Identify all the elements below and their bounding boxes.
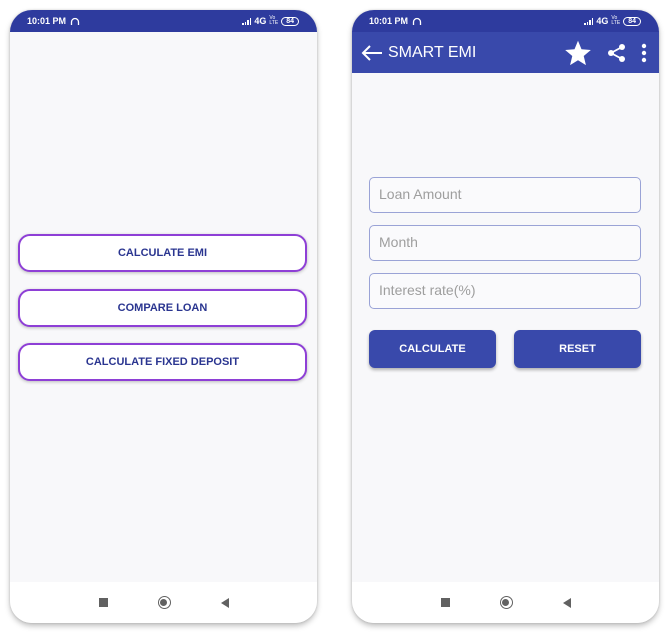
headset-icon	[70, 17, 80, 25]
home-content: CALCULATE EMI COMPARE LOAN CALCULATE FIX…	[10, 32, 317, 582]
more-vert-icon[interactable]	[641, 43, 647, 63]
network-type: 4G	[596, 16, 609, 26]
back-triangle-icon[interactable]	[562, 597, 571, 608]
phone-home-screen: 10:01 PM 4G Vo LTE 84 CALCULATE EMI COMPA…	[10, 10, 317, 623]
status-time: 10:01 PM	[369, 16, 409, 26]
status-bar: 10:01 PM 4G Vo LTE 84	[352, 10, 659, 32]
loan-amount-input[interactable]: Loan Amount	[369, 177, 641, 213]
reset-button[interactable]: RESET	[514, 330, 641, 368]
signal-icon	[242, 17, 252, 25]
headset-icon	[412, 17, 422, 25]
status-bar: 10:01 PM 4G Vo LTE 84	[10, 10, 317, 32]
home-circle-icon[interactable]	[157, 596, 171, 609]
calculate-fixed-deposit-button[interactable]: CALCULATE FIXED DEPOSIT	[18, 343, 307, 381]
calculate-emi-button[interactable]: CALCULATE EMI	[18, 234, 307, 272]
recents-square-icon[interactable]	[440, 598, 450, 607]
battery-icon: 84	[623, 16, 641, 26]
network-type: 4G	[254, 16, 267, 26]
home-circle-icon[interactable]	[499, 596, 513, 609]
phone-emi-screen: 10:01 PM 4G Vo LTE 84 SMART EMI Loan Amo…	[352, 10, 659, 623]
interest-rate-input[interactable]: Interest rate(%)	[369, 273, 641, 309]
signal-icon	[584, 17, 594, 25]
arrow-left-icon[interactable]	[360, 43, 384, 63]
back-triangle-icon[interactable]	[220, 597, 229, 608]
recents-square-icon[interactable]	[98, 598, 108, 607]
navigation-bar	[352, 582, 659, 623]
star-icon[interactable]	[563, 39, 593, 67]
navigation-bar	[10, 582, 317, 623]
emi-form: Loan Amount Month Interest rate(%) CALCU…	[352, 73, 659, 582]
volte-icon: Vo LTE	[611, 15, 621, 26]
volte-icon: Vo LTE	[269, 15, 279, 26]
battery-icon: 84	[281, 16, 299, 26]
status-time: 10:01 PM	[27, 16, 67, 26]
share-icon[interactable]	[607, 43, 627, 63]
calculate-button[interactable]: CALCULATE	[369, 330, 496, 368]
app-bar: SMART EMI	[352, 32, 659, 73]
app-title: SMART EMI	[388, 43, 477, 61]
compare-loan-button[interactable]: COMPARE LOAN	[18, 289, 307, 327]
month-input[interactable]: Month	[369, 225, 641, 261]
